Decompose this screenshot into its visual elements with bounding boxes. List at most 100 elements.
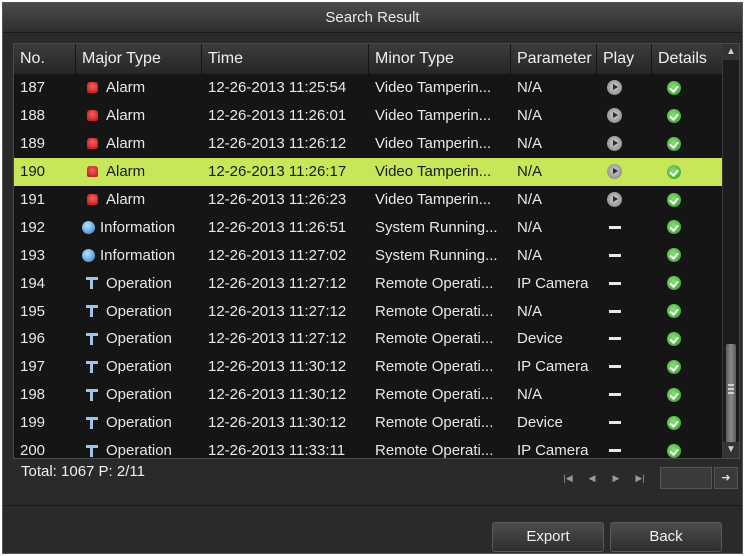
- table-row[interactable]: 189 Alarm 12-26-2013 11:26:12 Video Tamperi…: [14, 130, 722, 158]
- play-icon[interactable]: [607, 136, 622, 152]
- scroll-down-arrow-icon[interactable]: ▼: [723, 442, 739, 458]
- table-row[interactable]: 188 Alarm 12-26-2013 11:26:01 Video Tamperi…: [14, 102, 722, 130]
- cell-details[interactable]: [652, 102, 722, 130]
- cell-parameter-text: N/A: [517, 107, 543, 125]
- scrollbar-thumb[interactable]: [726, 344, 736, 444]
- cell-play[interactable]: [597, 74, 652, 102]
- cell-details[interactable]: [652, 325, 722, 353]
- details-check-icon[interactable]: [667, 80, 681, 95]
- table-row[interactable]: 197 Operation 12-26-2013 11:30:12 Remote Op…: [14, 353, 722, 381]
- details-check-icon[interactable]: [667, 248, 681, 263]
- column-header-details[interactable]: Details: [652, 44, 722, 74]
- footer-divider: [3, 505, 742, 506]
- table-row[interactable]: 199 Operation 12-26-2013 11:30:12 Remote Op…: [14, 409, 722, 437]
- cell-details[interactable]: [652, 269, 722, 297]
- details-check-icon[interactable]: [667, 331, 681, 346]
- cell-parameter: N/A: [511, 186, 597, 214]
- cell-details[interactable]: [652, 409, 722, 437]
- cell-play[interactable]: [597, 158, 652, 186]
- cell-details[interactable]: [652, 213, 722, 241]
- page-number-input[interactable]: [660, 467, 712, 489]
- cell-play[interactable]: [597, 186, 652, 214]
- table-header: No. Major Type Time Minor Type Parameter…: [14, 44, 722, 74]
- cell-details[interactable]: [652, 158, 722, 186]
- play-icon[interactable]: [607, 164, 622, 180]
- table-row[interactable]: 200 Operation 12-26-2013 11:33:11 Remote Op…: [14, 437, 722, 465]
- go-to-page-arrow-icon[interactable]: ➜: [714, 467, 738, 489]
- table-row[interactable]: 196 Operation 12-26-2013 11:27:12 Remote Op…: [14, 325, 722, 353]
- details-check-icon[interactable]: [667, 220, 681, 235]
- column-header-major-type[interactable]: Major Type: [76, 44, 202, 74]
- table-row[interactable]: 190 Alarm 12-26-2013 11:26:17 Video Tamperi…: [14, 157, 722, 186]
- first-page-icon[interactable]: |◀: [556, 469, 580, 487]
- last-page-icon[interactable]: ▶|: [628, 469, 652, 487]
- table-row[interactable]: 194 Operation 12-26-2013 11:27:12 Remote Op…: [14, 269, 722, 297]
- cell-minor-type: Video Tamperin...: [369, 102, 511, 130]
- cell-details[interactable]: [652, 186, 722, 214]
- table-row[interactable]: 198 Operation 12-26-2013 11:30:12 Remote Op…: [14, 381, 722, 409]
- details-check-icon[interactable]: [667, 108, 681, 123]
- cell-major-type-text: Operation: [106, 442, 172, 460]
- table-row[interactable]: 191 Alarm 12-26-2013 11:26:23 Video Tamperi…: [14, 186, 722, 214]
- previous-page-icon[interactable]: ◀: [580, 469, 604, 487]
- scroll-up-arrow-icon[interactable]: ▲: [723, 44, 739, 60]
- details-check-icon[interactable]: [667, 276, 681, 291]
- cell-details[interactable]: [652, 381, 722, 409]
- details-check-icon[interactable]: [667, 136, 681, 151]
- export-button[interactable]: Export: [492, 522, 604, 552]
- cell-time-text: 12-26-2013 11:30:12: [208, 358, 347, 376]
- column-header-time[interactable]: Time: [202, 44, 369, 74]
- cell-major-type: Operation: [76, 381, 202, 409]
- cell-play[interactable]: [597, 102, 652, 130]
- cell-major-type: Operation: [76, 297, 202, 325]
- cell-play: [597, 269, 652, 297]
- cell-play[interactable]: [597, 130, 652, 158]
- details-check-icon[interactable]: [667, 359, 681, 374]
- play-icon[interactable]: [607, 108, 622, 124]
- details-check-icon[interactable]: [667, 415, 681, 430]
- cell-major-type-text: Information: [100, 246, 176, 264]
- details-check-icon[interactable]: [667, 304, 681, 319]
- cell-details[interactable]: [652, 353, 722, 381]
- details-check-icon[interactable]: [667, 164, 681, 179]
- table-row[interactable]: 187 Alarm 12-26-2013 11:25:54 Video Tamperi…: [14, 74, 722, 102]
- cell-parameter-text: IP Camera: [517, 358, 589, 376]
- cell-time: 12-26-2013 11:27:12: [202, 325, 369, 353]
- table-row[interactable]: 193 Information 12-26-2013 11:27:02 System …: [14, 241, 722, 269]
- cell-no: 200: [14, 437, 76, 465]
- play-icon[interactable]: [607, 80, 622, 96]
- next-page-icon[interactable]: ▶: [604, 469, 628, 487]
- column-header-minor-type[interactable]: Minor Type: [369, 44, 511, 74]
- cell-time-text: 12-26-2013 11:33:11: [208, 442, 346, 460]
- details-check-icon[interactable]: [667, 192, 681, 207]
- cell-details[interactable]: [652, 130, 722, 158]
- back-button[interactable]: Back: [610, 522, 722, 552]
- cell-no-text: 188: [20, 107, 46, 125]
- cell-time: 12-26-2013 11:26:17: [202, 158, 369, 186]
- details-check-icon[interactable]: [667, 387, 681, 402]
- cell-details[interactable]: [652, 241, 722, 269]
- cell-major-type-text: Alarm: [106, 79, 146, 97]
- cell-parameter-text: Device: [517, 414, 563, 432]
- cell-time: 12-26-2013 11:27:12: [202, 297, 369, 325]
- play-icon[interactable]: [607, 192, 622, 207]
- cell-details[interactable]: [652, 297, 722, 325]
- details-check-icon[interactable]: [667, 443, 681, 458]
- cell-details[interactable]: [652, 437, 722, 465]
- column-header-play[interactable]: Play: [597, 44, 652, 74]
- alarm-icon: [87, 166, 98, 178]
- operation-icon: [85, 416, 99, 430]
- cell-minor-type-text: System Running...: [375, 218, 498, 236]
- cell-minor-type: System Running...: [369, 213, 511, 241]
- cell-details[interactable]: [652, 74, 722, 102]
- vertical-scrollbar[interactable]: ▲ ▼: [722, 44, 739, 458]
- column-header-parameter[interactable]: Parameter: [511, 44, 597, 74]
- table-row[interactable]: 195 Operation 12-26-2013 11:27:12 Remote Op…: [14, 297, 722, 325]
- cell-parameter-text: N/A: [517, 246, 543, 264]
- table-row[interactable]: 192 Information 12-26-2013 11:26:51 System …: [14, 213, 722, 241]
- cell-minor-type-text: Remote Operati...: [375, 302, 494, 320]
- column-header-no[interactable]: No.: [14, 44, 76, 74]
- cell-time: 12-26-2013 11:26:51: [202, 213, 369, 241]
- cell-major-type-text: Alarm: [106, 135, 146, 153]
- cell-minor-type-text: Remote Operati...: [375, 414, 494, 432]
